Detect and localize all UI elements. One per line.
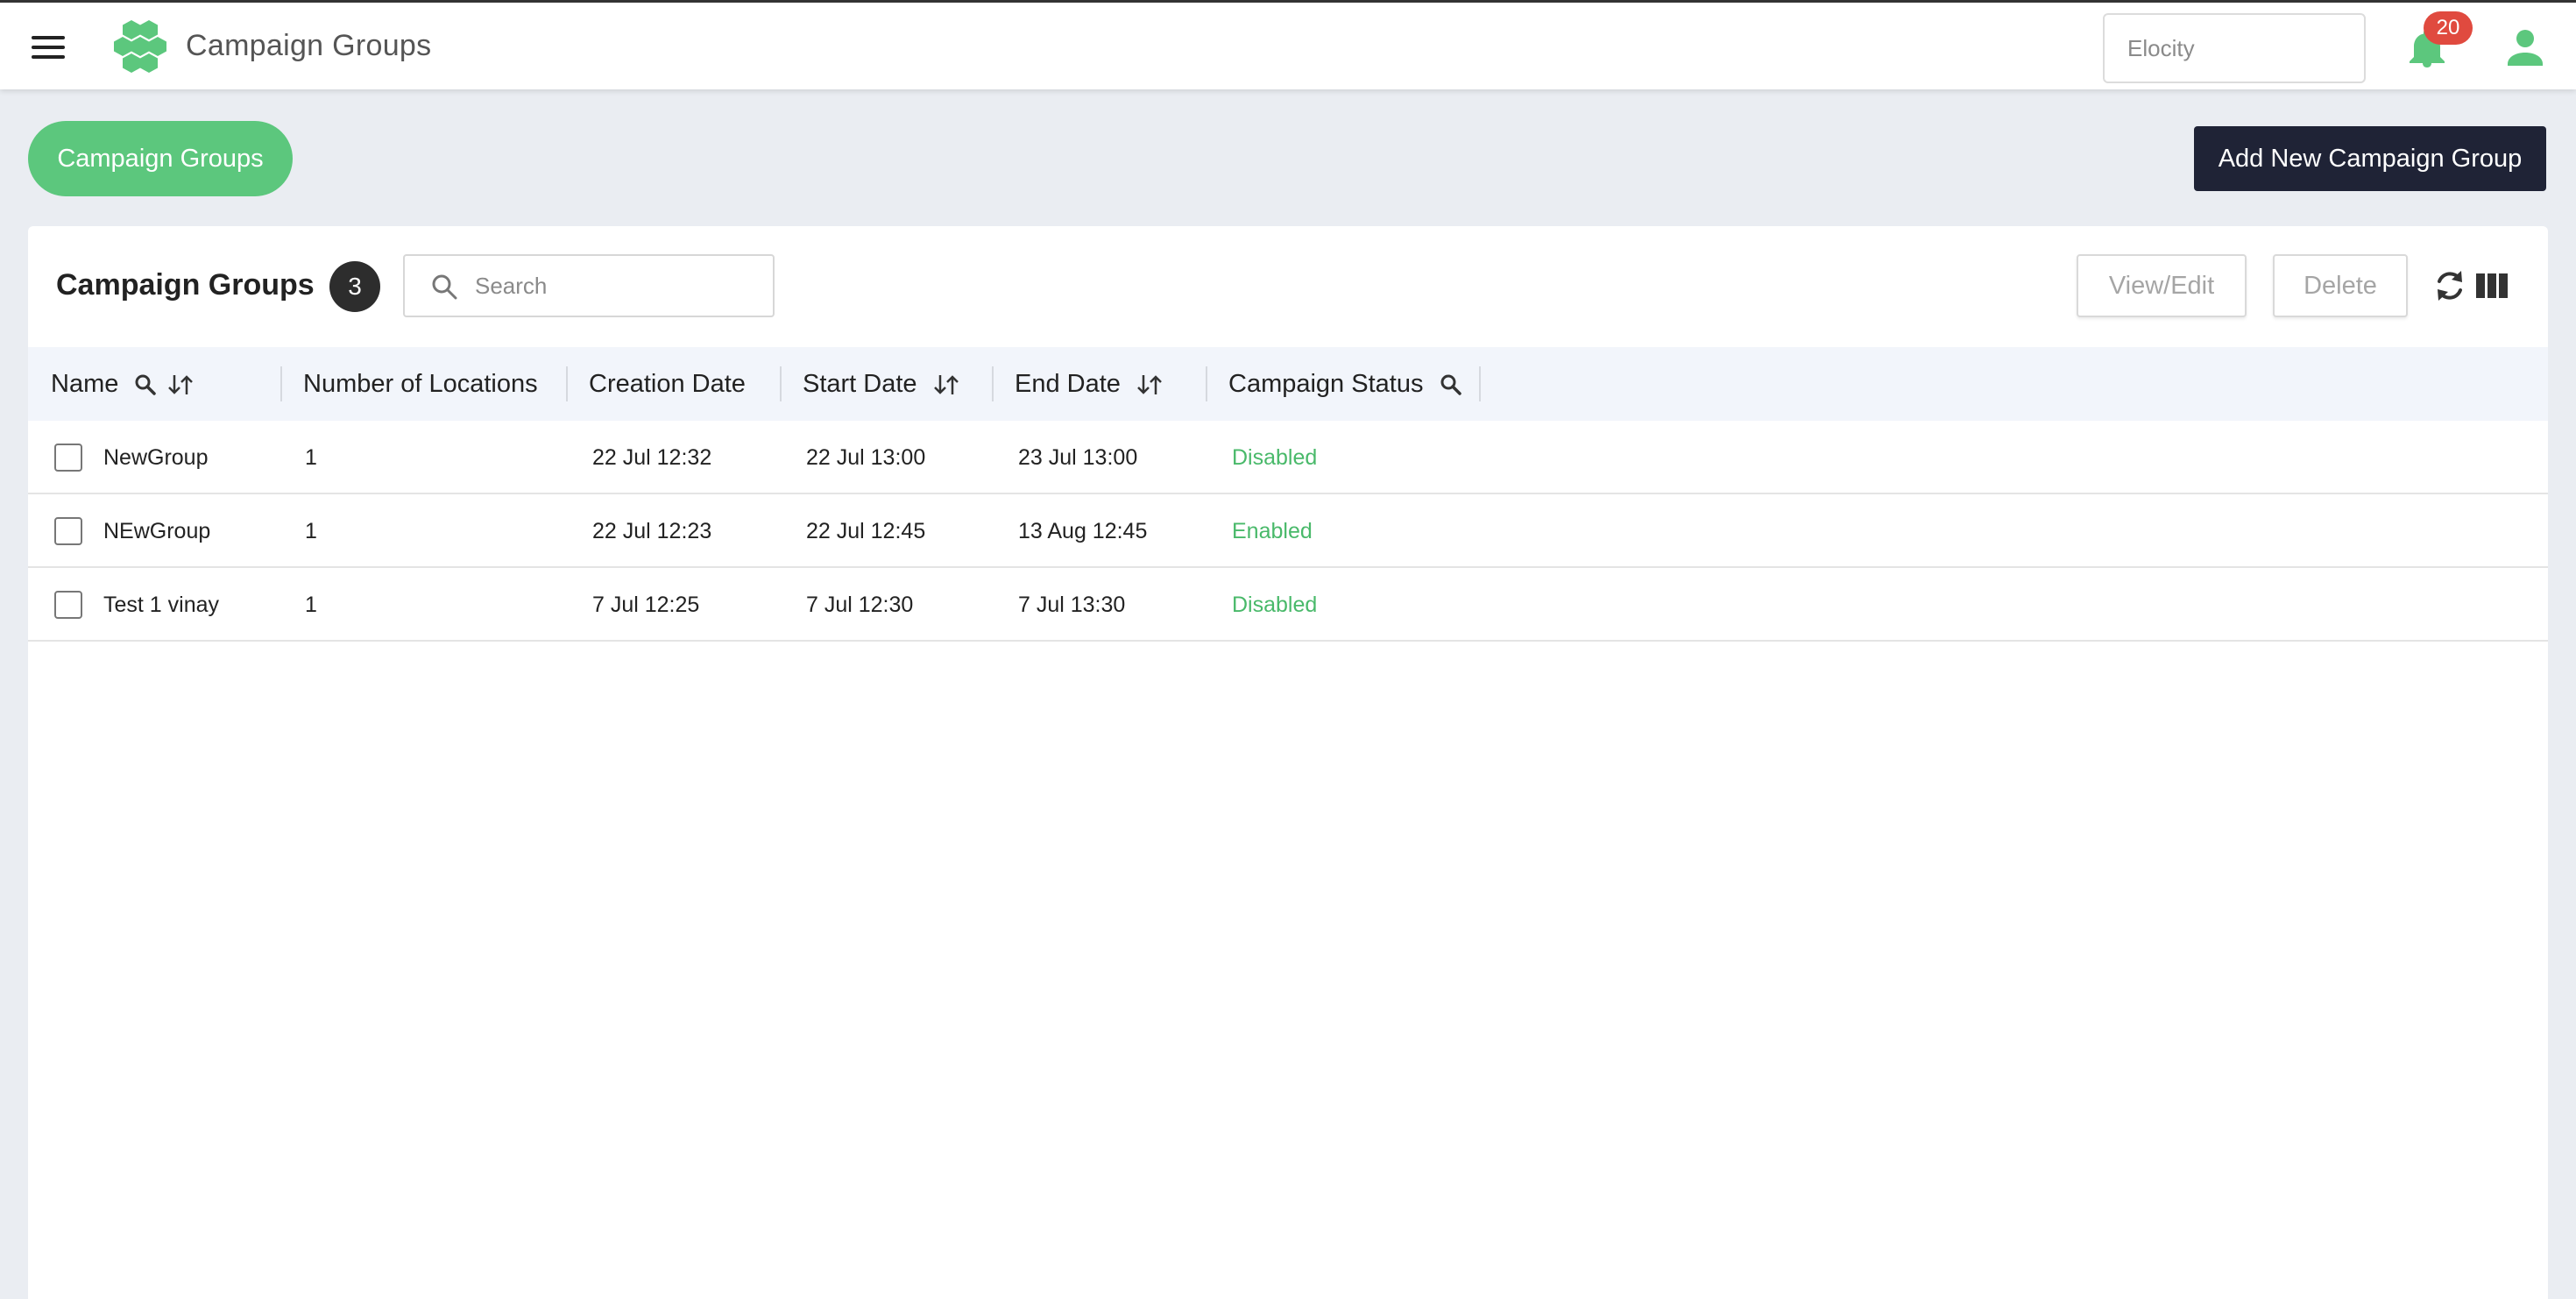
table-header: Name Number of Locations Creation Date S… bbox=[28, 347, 2548, 421]
cell-name: NewGroup bbox=[103, 445, 209, 470]
add-new-campaign-group-button[interactable]: Add New Campaign Group bbox=[2194, 126, 2546, 191]
cell-start-date: 22 Jul 13:00 bbox=[806, 445, 926, 470]
menu-icon[interactable] bbox=[32, 36, 65, 59]
columns-icon[interactable] bbox=[2476, 272, 2508, 300]
column-header-creation-date: Creation Date bbox=[589, 347, 746, 421]
hexagon-logo-icon bbox=[114, 20, 166, 73]
row-checkbox[interactable] bbox=[54, 591, 82, 619]
cell-start-date: 7 Jul 12:30 bbox=[806, 593, 914, 617]
column-label: Campaign Status bbox=[1228, 370, 1424, 398]
column-header-start-date[interactable]: Start Date bbox=[803, 347, 959, 421]
column-header-end-date[interactable]: End Date bbox=[1015, 347, 1163, 421]
column-header-number-of-locations: Number of Locations bbox=[303, 347, 538, 421]
cell-start-date: 22 Jul 12:45 bbox=[806, 519, 926, 543]
top-bar: Campaign Groups 20 bbox=[0, 0, 2576, 89]
cell-status: Enabled bbox=[1232, 519, 1313, 543]
column-search-icon[interactable] bbox=[134, 373, 157, 396]
cell-status: Disabled bbox=[1232, 593, 1318, 617]
app-title: Campaign Groups bbox=[186, 29, 432, 62]
table-row[interactable]: Test 1 vinay 1 7 Jul 12:25 7 Jul 12:30 7… bbox=[28, 568, 2548, 642]
search-icon bbox=[432, 274, 457, 300]
cell-locations: 1 bbox=[305, 593, 317, 617]
cell-name: Test 1 vinay bbox=[103, 593, 220, 617]
column-label: Name bbox=[51, 370, 119, 398]
column-divider bbox=[566, 366, 568, 401]
breadcrumb-campaign-groups-button[interactable]: Campaign Groups bbox=[28, 121, 293, 196]
column-divider bbox=[992, 366, 994, 401]
count-badge: 3 bbox=[329, 261, 380, 312]
column-divider bbox=[1206, 366, 1207, 401]
column-header-campaign-status[interactable]: Campaign Status bbox=[1228, 347, 1462, 421]
cell-locations: 1 bbox=[305, 519, 317, 543]
cell-name: NEwGroup bbox=[103, 519, 211, 543]
card-title: Campaign Groups bbox=[56, 268, 315, 302]
column-label: Start Date bbox=[803, 370, 917, 398]
table-row[interactable]: NEwGroup 1 22 Jul 12:23 22 Jul 12:45 13 … bbox=[28, 494, 2548, 568]
table-row[interactable]: NewGroup 1 22 Jul 12:32 22 Jul 13:00 23 … bbox=[28, 421, 2548, 494]
notification-count-badge: 20 bbox=[2424, 11, 2473, 45]
column-divider bbox=[280, 366, 282, 401]
cell-creation-date: 7 Jul 12:25 bbox=[592, 593, 700, 617]
sort-icon[interactable] bbox=[933, 373, 959, 396]
user-profile-icon[interactable] bbox=[2508, 29, 2543, 66]
view-edit-button[interactable]: View/Edit bbox=[2077, 254, 2247, 317]
search-box bbox=[403, 254, 775, 317]
column-divider bbox=[1479, 366, 1481, 401]
row-checkbox[interactable] bbox=[54, 444, 82, 472]
refresh-icon[interactable] bbox=[2432, 268, 2467, 303]
cell-status: Disabled bbox=[1232, 445, 1318, 470]
cell-creation-date: 22 Jul 12:23 bbox=[592, 519, 712, 543]
column-search-icon[interactable] bbox=[1440, 373, 1462, 396]
cell-end-date: 23 Jul 13:00 bbox=[1018, 445, 1138, 470]
column-header-name[interactable]: Name bbox=[51, 347, 194, 421]
search-input[interactable] bbox=[475, 263, 764, 309]
row-checkbox[interactable] bbox=[54, 517, 82, 545]
column-label: Creation Date bbox=[589, 370, 746, 398]
tenant-selector-input[interactable] bbox=[2103, 13, 2366, 83]
cell-creation-date: 22 Jul 12:32 bbox=[592, 445, 712, 470]
sort-icon[interactable] bbox=[167, 373, 194, 396]
sort-icon[interactable] bbox=[1136, 373, 1163, 396]
cell-end-date: 7 Jul 13:30 bbox=[1018, 593, 1126, 617]
cell-end-date: 13 Aug 12:45 bbox=[1018, 519, 1148, 543]
delete-button[interactable]: Delete bbox=[2273, 254, 2408, 317]
cell-locations: 1 bbox=[305, 445, 317, 470]
column-label: End Date bbox=[1015, 370, 1121, 398]
column-divider bbox=[780, 366, 782, 401]
column-label: Number of Locations bbox=[303, 370, 538, 398]
campaign-groups-card: Campaign Groups 3 View/Edit Delete Name bbox=[28, 226, 2548, 1299]
